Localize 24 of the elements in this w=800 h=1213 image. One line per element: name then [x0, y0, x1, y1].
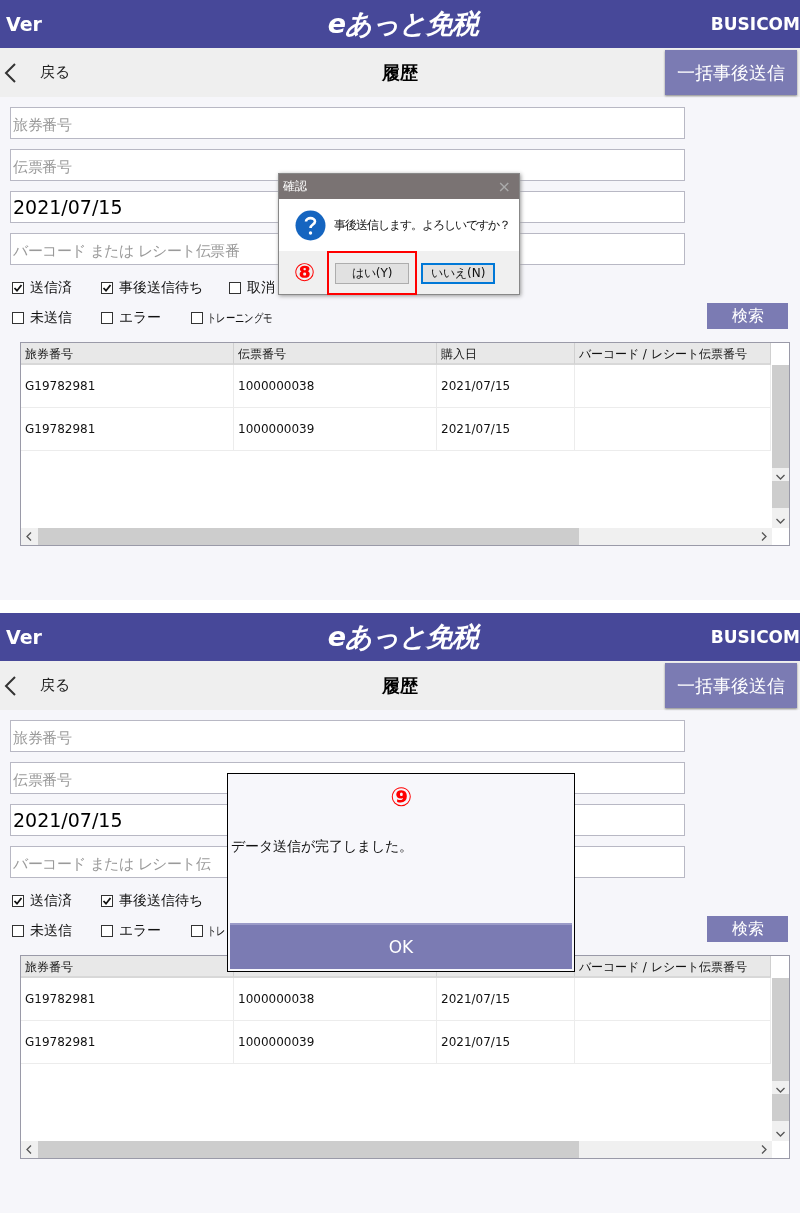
table-cell: 2021/07/15 [437, 1021, 575, 1064]
table-cell: G19782981 [21, 365, 234, 408]
table-cell: 2021/07/15 [437, 365, 575, 408]
app-logo: eあっと免税 [327, 620, 479, 654]
table-cell: 2021/07/15 [437, 978, 575, 1021]
table-cell: 1000000039 [234, 408, 437, 451]
table-cell: 2021/07/15 [437, 408, 575, 451]
table-cell: G19782981 [21, 978, 234, 1021]
page-title: 履歴 [382, 673, 418, 698]
table-cell: 1000000038 [234, 978, 437, 1021]
table-cell: G19782981 [21, 408, 234, 451]
table-cell: 1000000039 [234, 1021, 437, 1064]
brand-name: BUSICOM [710, 627, 800, 647]
app-logo: eあっと免税 [327, 7, 479, 41]
version-label: Ver [6, 13, 43, 35]
page-title: 履歴 [382, 60, 418, 85]
version-label: Ver [6, 626, 43, 648]
table-cell: 1000000038 [234, 365, 437, 408]
brand-name: BUSICOM [710, 14, 800, 34]
annotation-number: ⑧ [294, 258, 316, 287]
dialog-title: 確認 [283, 178, 307, 195]
table-cell: G19782981 [21, 1021, 234, 1064]
dialog-message: データ送信が完了しました。 [231, 838, 413, 856]
dialog-message: 事後送信します。よろしいですか？ [334, 216, 510, 234]
